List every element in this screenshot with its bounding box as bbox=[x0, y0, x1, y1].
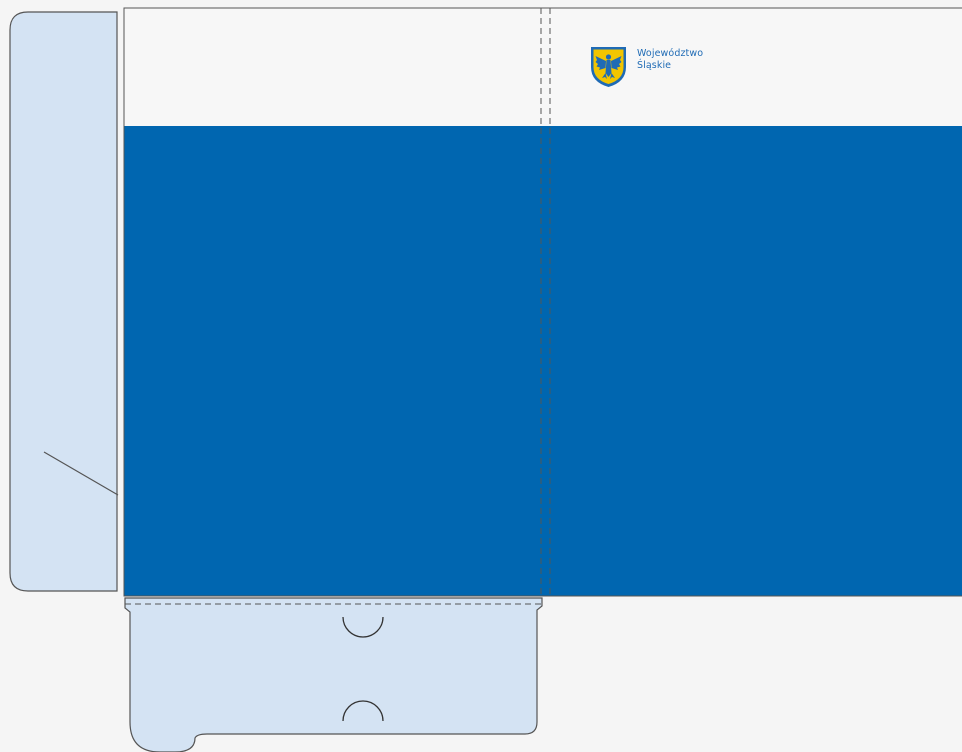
cover-white-band bbox=[124, 8, 962, 126]
left-flap bbox=[9, 11, 118, 592]
brand-name: Województwo Śląskie bbox=[637, 48, 703, 72]
bottom-pocket-flap bbox=[124, 597, 543, 752]
brand-name-line-1: Województwo bbox=[637, 48, 704, 59]
folder-dieline bbox=[9, 7, 962, 752]
brand-logo: Województwo Śląskie bbox=[590, 46, 703, 88]
brand-name-line-2: Śląskie bbox=[637, 60, 672, 71]
eagle-crest-icon bbox=[591, 47, 626, 87]
cover-blue-area bbox=[124, 126, 962, 596]
